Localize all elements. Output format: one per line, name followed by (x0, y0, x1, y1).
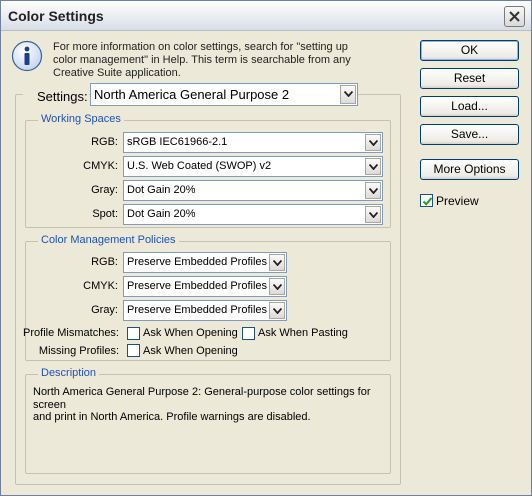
info-message: For more information on color settings, … (53, 41, 383, 80)
ws-gray-dropdown-arrow[interactable] (365, 182, 381, 199)
preview-checkbox[interactable] (420, 194, 433, 207)
chevron-down-icon (369, 188, 378, 194)
missing-ask-when-opening-label[interactable]: Ask When Opening (143, 345, 238, 357)
color-settings-dialog: Color Settings For more information on c… (0, 0, 532, 496)
ws-rgb-label: RGB: (91, 136, 118, 148)
ws-gray-label: Gray: (91, 184, 118, 196)
window-title: Color Settings (8, 8, 104, 24)
reset-button[interactable]: Reset (420, 68, 519, 89)
policy-gray-value: Preserve Embedded Profiles (127, 304, 268, 316)
ws-spot-dropdown-arrow[interactable] (365, 206, 381, 223)
working-spaces-title: Working Spaces (38, 113, 124, 125)
ws-spot-select[interactable]: Dot Gain 20% (123, 204, 383, 225)
policy-rgb-select[interactable]: Preserve Embedded Profiles (123, 252, 287, 273)
info-icon (11, 40, 43, 72)
ok-button[interactable]: OK (420, 40, 519, 61)
ws-spot-label: Spot: (92, 208, 118, 220)
info-line: Creative Suite application. (53, 67, 181, 79)
policy-gray-label: Gray: (91, 304, 118, 316)
load-button[interactable]: Load... (420, 96, 519, 117)
ask-when-opening-checkbox[interactable] (127, 327, 140, 340)
policy-cmyk-value: Preserve Embedded Profiles (127, 280, 268, 292)
description-line: and print in North America. Profile warn… (33, 411, 311, 423)
description-line: North America General Purpose 2: General… (33, 386, 371, 411)
info-line: color management" in Help. This term is … (53, 54, 351, 66)
ws-spot-value: Dot Gain 20% (127, 208, 196, 220)
ask-when-opening-label[interactable]: Ask When Opening (143, 327, 238, 339)
ws-cmyk-dropdown-arrow[interactable] (365, 158, 381, 175)
profile-mismatches-label: Profile Mismatches: (23, 327, 119, 339)
ws-cmyk-label: CMYK: (83, 160, 118, 172)
title-bar[interactable]: Color Settings (1, 1, 531, 31)
close-icon (509, 11, 520, 22)
more-options-button[interactable]: More Options (420, 159, 519, 180)
policy-rgb-label: RGB: (91, 256, 118, 268)
policy-cmyk-label: CMYK: (83, 280, 118, 292)
checkmark-icon (422, 197, 433, 206)
ws-rgb-dropdown-arrow[interactable] (365, 134, 381, 151)
ask-when-pasting-checkbox[interactable] (242, 327, 255, 340)
settings-select[interactable]: North America General Purpose 2 (90, 83, 358, 106)
close-button[interactable] (504, 6, 525, 27)
policy-gray-select[interactable]: Preserve Embedded Profiles (123, 300, 287, 321)
missing-profiles-label: Missing Profiles: (38, 345, 119, 357)
ask-when-pasting-label[interactable]: Ask When Pasting (258, 327, 348, 339)
ws-gray-select[interactable]: Dot Gain 20% (123, 180, 383, 201)
chevron-down-icon (369, 140, 378, 146)
description-text: North America General Purpose 2: General… (33, 386, 383, 424)
chevron-down-icon (273, 308, 282, 314)
ws-rgb-value: sRGB IEC61966-2.1 (127, 136, 228, 148)
chevron-down-icon (369, 212, 378, 218)
ws-cmyk-value: U.S. Web Coated (SWOP) v2 (127, 160, 272, 172)
save-button[interactable]: Save... (420, 124, 519, 145)
policy-rgb-dropdown-arrow[interactable] (269, 254, 285, 271)
ws-rgb-select[interactable]: sRGB IEC61966-2.1 (123, 132, 383, 153)
settings-dropdown-arrow[interactable] (340, 85, 356, 104)
settings-value: North America General Purpose 2 (94, 87, 290, 102)
chevron-down-icon (273, 284, 282, 290)
preview-label[interactable]: Preview (436, 194, 479, 208)
chevron-down-icon (273, 260, 282, 266)
policy-cmyk-select[interactable]: Preserve Embedded Profiles (123, 276, 287, 297)
policy-gray-dropdown-arrow[interactable] (269, 302, 285, 319)
description-title: Description (38, 367, 100, 379)
policy-rgb-value: Preserve Embedded Profiles (127, 256, 268, 268)
chevron-down-icon (369, 164, 378, 170)
chevron-down-icon (344, 91, 353, 97)
policies-title: Color Management Policies (38, 234, 179, 246)
missing-ask-when-opening-checkbox[interactable] (127, 344, 140, 357)
info-line: For more information on color settings, … (53, 41, 348, 53)
policy-cmyk-dropdown-arrow[interactable] (269, 278, 285, 295)
settings-label: Settings: (37, 89, 88, 104)
ws-gray-value: Dot Gain 20% (127, 184, 196, 196)
ws-cmyk-select[interactable]: U.S. Web Coated (SWOP) v2 (123, 156, 383, 177)
